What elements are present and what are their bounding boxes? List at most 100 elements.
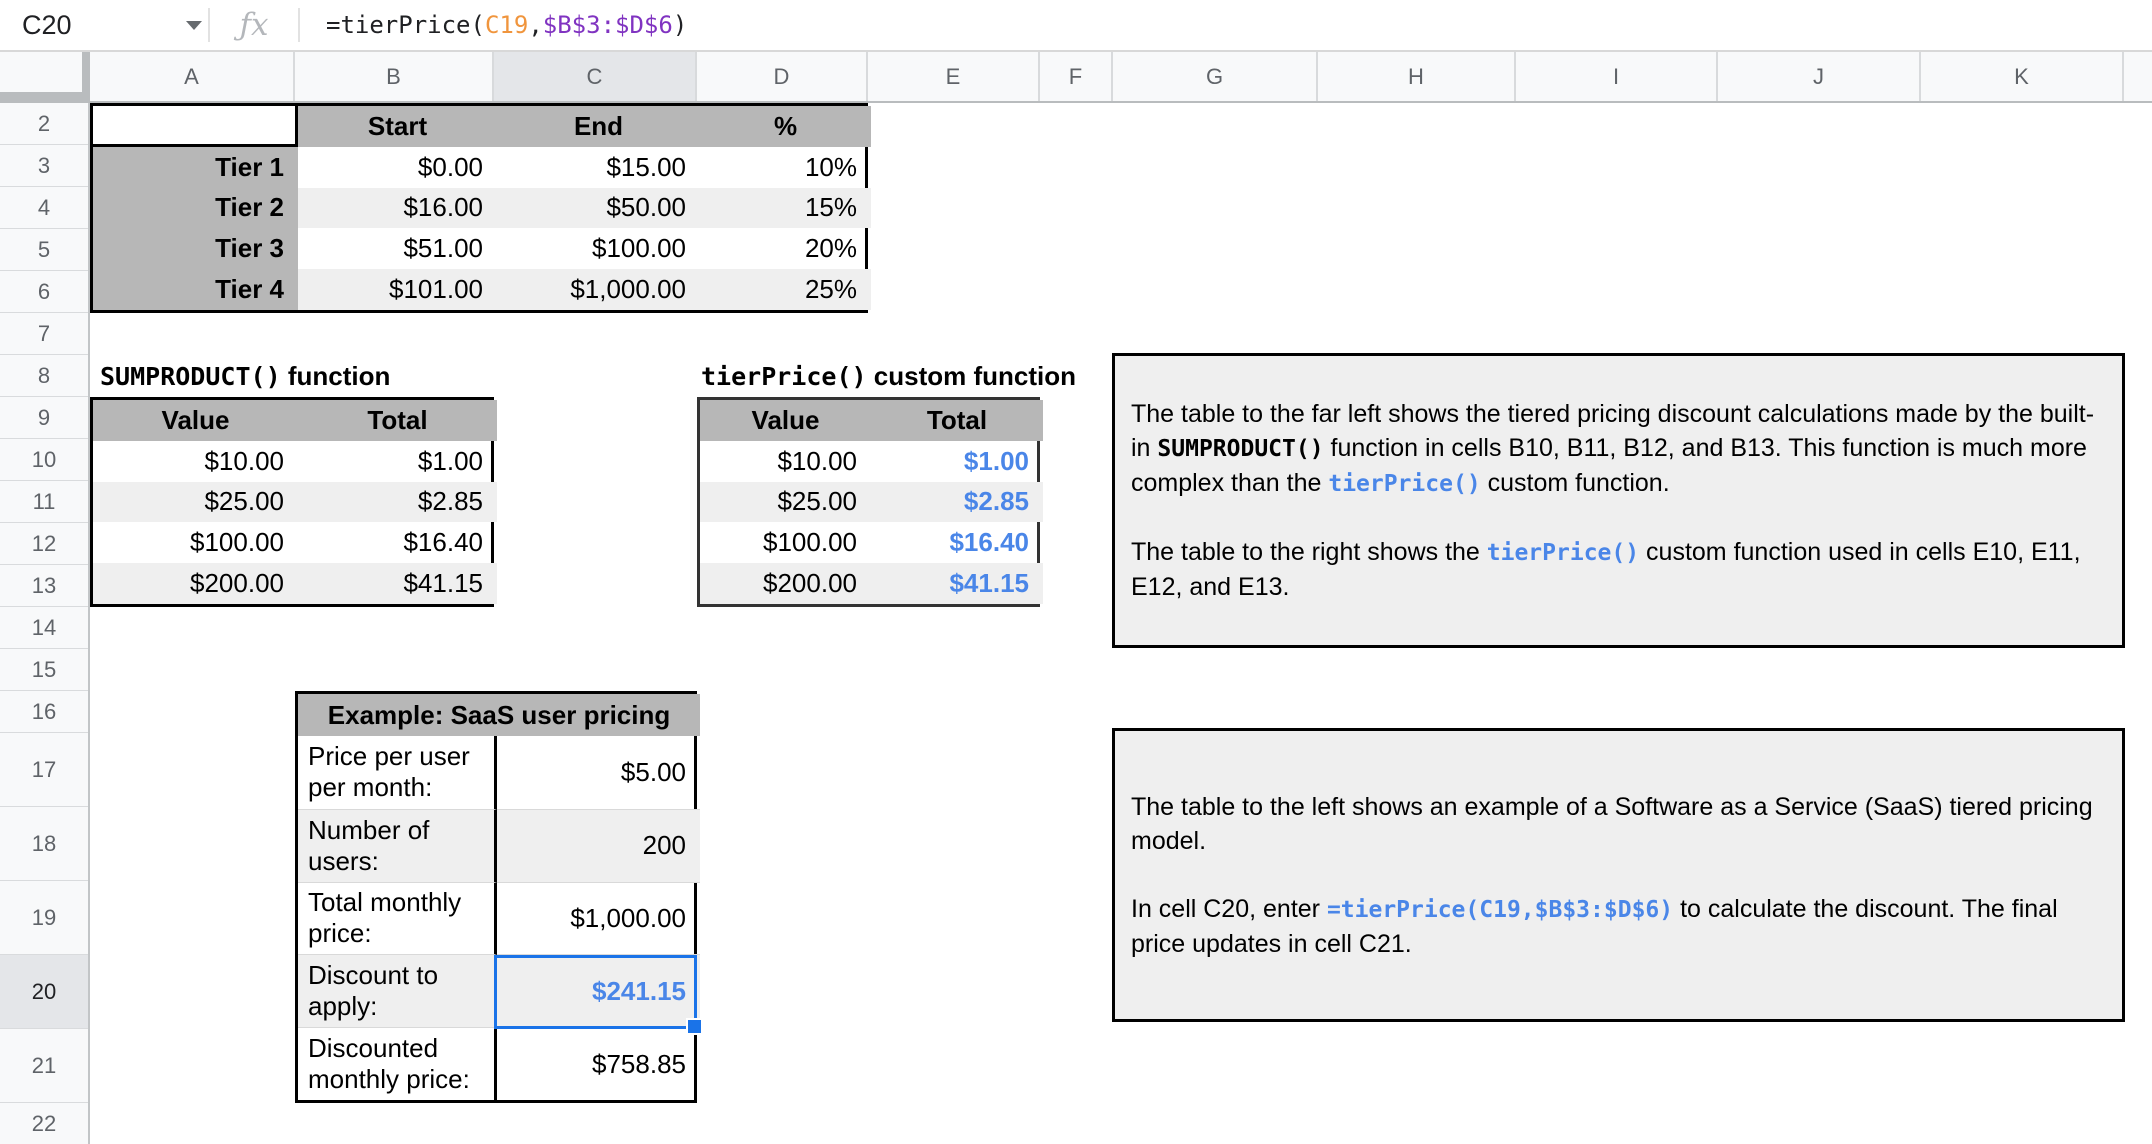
name-box-dropdown-icon[interactable]	[186, 20, 202, 30]
column-header-F[interactable]: F	[1040, 52, 1113, 101]
row-header-2[interactable]: 2	[0, 103, 88, 145]
cell-C19[interactable]: $1,000.00	[497, 881, 700, 955]
cell-C5[interactable]: $100.00	[497, 228, 700, 269]
cell-C6[interactable]: $1,000.00	[497, 269, 700, 310]
cell-A6[interactable]: Tier 4	[93, 269, 298, 310]
cell-C3[interactable]: $15.00	[497, 147, 700, 188]
row-header-16[interactable]: 16	[0, 691, 88, 733]
row-header-14[interactable]: 14	[0, 607, 88, 649]
cell-B10[interactable]: $1.00	[298, 441, 497, 482]
cell-A12[interactable]: $100.00	[93, 522, 298, 563]
column-header-B[interactable]: B	[295, 52, 494, 101]
row-header-9[interactable]: 9	[0, 397, 88, 439]
cell-A5[interactable]: Tier 3	[93, 228, 298, 270]
cell-D2[interactable]: %	[700, 106, 871, 147]
cell-D5[interactable]: 20%	[700, 228, 871, 269]
row-header-8[interactable]: 8	[0, 355, 88, 397]
row-header-11[interactable]: 11	[0, 481, 88, 523]
column-header-H[interactable]: H	[1318, 52, 1516, 101]
name-box-value: C20	[22, 9, 72, 40]
row-header-10[interactable]: 10	[0, 439, 88, 481]
cell-C20[interactable]: $241.15	[497, 954, 700, 1028]
cell-A10[interactable]: $10.00	[93, 441, 298, 482]
column-header-L-partial[interactable]	[2124, 52, 2152, 101]
column-header-K[interactable]: K	[1921, 52, 2124, 101]
row-header-5[interactable]: 5	[0, 229, 88, 271]
cell-E10[interactable]: $1.00	[871, 441, 1043, 482]
cell-B5[interactable]: $51.00	[298, 228, 497, 269]
cell-B4[interactable]: $16.00	[298, 187, 497, 229]
cell-D10[interactable]: $10.00	[700, 441, 871, 482]
cell-B20[interactable]: Discount to apply:	[298, 954, 497, 1028]
cell-B6[interactable]: $101.00	[298, 269, 497, 310]
cell-B18[interactable]: Number of users:	[298, 808, 497, 882]
cell-E11[interactable]: $2.85	[871, 481, 1043, 523]
cell-B19[interactable]: Total monthly price:	[298, 881, 497, 955]
cell-B3[interactable]: $0.00	[298, 147, 497, 188]
row-header-19[interactable]: 19	[0, 881, 88, 955]
cell-C17[interactable]: $5.00	[497, 736, 700, 809]
column-header-I[interactable]: I	[1516, 52, 1718, 101]
cell-B21[interactable]: Discounted monthly price:	[298, 1027, 497, 1100]
column-header-D[interactable]: D	[697, 52, 868, 101]
row-header-3[interactable]: 3	[0, 145, 88, 187]
cell-B9[interactable]: Total	[298, 400, 497, 441]
cell-D9[interactable]: Value	[700, 400, 871, 441]
cell-B2[interactable]: Start	[298, 106, 497, 147]
cell-A9[interactable]: Value	[93, 400, 298, 441]
cell-B16-merged[interactable]: Example: SaaS user pricing	[298, 694, 700, 736]
cell-C18[interactable]: 200	[497, 808, 700, 882]
column-header-C[interactable]: C	[494, 52, 697, 101]
sumproduct-title-rest: function	[280, 360, 391, 391]
cell-A3[interactable]: Tier 1	[93, 146, 298, 188]
formula-input[interactable]: =tierPrice(C19,$B$3:$D$6)	[300, 11, 687, 39]
row-header-4[interactable]: 4	[0, 187, 88, 229]
cell-B17[interactable]: Price per user per month:	[298, 736, 497, 809]
cell-A4[interactable]: Tier 2	[93, 187, 298, 229]
fill-handle[interactable]	[686, 1018, 703, 1035]
sumproduct-inline-code: SUMPRODUCT()	[1157, 436, 1324, 462]
cell-D11[interactable]: $25.00	[700, 481, 871, 523]
column-header-E[interactable]: E	[868, 52, 1040, 101]
tier-table: Start End % Tier 1 $0.00 $15.00 10% Tier…	[90, 103, 871, 313]
cell-C4[interactable]: $50.00	[497, 187, 700, 229]
row-header-20[interactable]: 20	[0, 955, 88, 1029]
select-all-corner[interactable]	[0, 52, 90, 103]
cell-D6[interactable]: 25%	[700, 269, 871, 310]
row-header-22[interactable]: 22	[0, 1103, 88, 1144]
note-box-sumproduct[interactable]: The table to the far left shows the tier…	[1112, 353, 2125, 648]
cell-D12[interactable]: $100.00	[700, 522, 871, 563]
row-header-13[interactable]: 13	[0, 565, 88, 607]
row-header-6[interactable]: 6	[0, 271, 88, 313]
cell-D13[interactable]: $200.00	[700, 563, 871, 604]
column-header-strip: A B C D E F G H I J K	[0, 52, 2152, 103]
cell-C21[interactable]: $758.85	[497, 1027, 700, 1100]
cell-E12[interactable]: $16.40	[871, 522, 1043, 563]
row-header-17[interactable]: 17	[0, 733, 88, 807]
row-header-12[interactable]: 12	[0, 523, 88, 565]
cell-A13[interactable]: $200.00	[93, 563, 298, 604]
cell-B13[interactable]: $41.15	[298, 563, 497, 604]
name-box[interactable]: C20	[0, 10, 208, 41]
column-header-G[interactable]: G	[1113, 52, 1318, 101]
cell-E13[interactable]: $41.15	[871, 563, 1043, 604]
row-header-15[interactable]: 15	[0, 649, 88, 691]
cell-C2[interactable]: End	[497, 106, 700, 147]
formula-close: )	[672, 11, 688, 39]
cell-B11[interactable]: $2.85	[298, 481, 497, 523]
formula-text: =tierPrice(	[326, 11, 485, 39]
cell-A2[interactable]	[93, 106, 298, 147]
row-header-7[interactable]: 7	[0, 313, 88, 355]
cell-D4[interactable]: 15%	[700, 187, 871, 229]
cell-A11[interactable]: $25.00	[93, 481, 298, 523]
note-box-saas[interactable]: The table to the left shows an example o…	[1112, 728, 2125, 1022]
cell-E9[interactable]: Total	[871, 400, 1043, 441]
row-header-21[interactable]: 21	[0, 1029, 88, 1103]
column-header-J[interactable]: J	[1718, 52, 1921, 101]
cell-D3[interactable]: 10%	[700, 147, 871, 188]
formula-ref-2: $B$3:$D$6	[542, 11, 673, 39]
column-header-A[interactable]: A	[90, 52, 295, 101]
cell-B12[interactable]: $16.40	[298, 522, 497, 563]
formula-comma: ,	[528, 11, 543, 39]
row-header-18[interactable]: 18	[0, 807, 88, 881]
